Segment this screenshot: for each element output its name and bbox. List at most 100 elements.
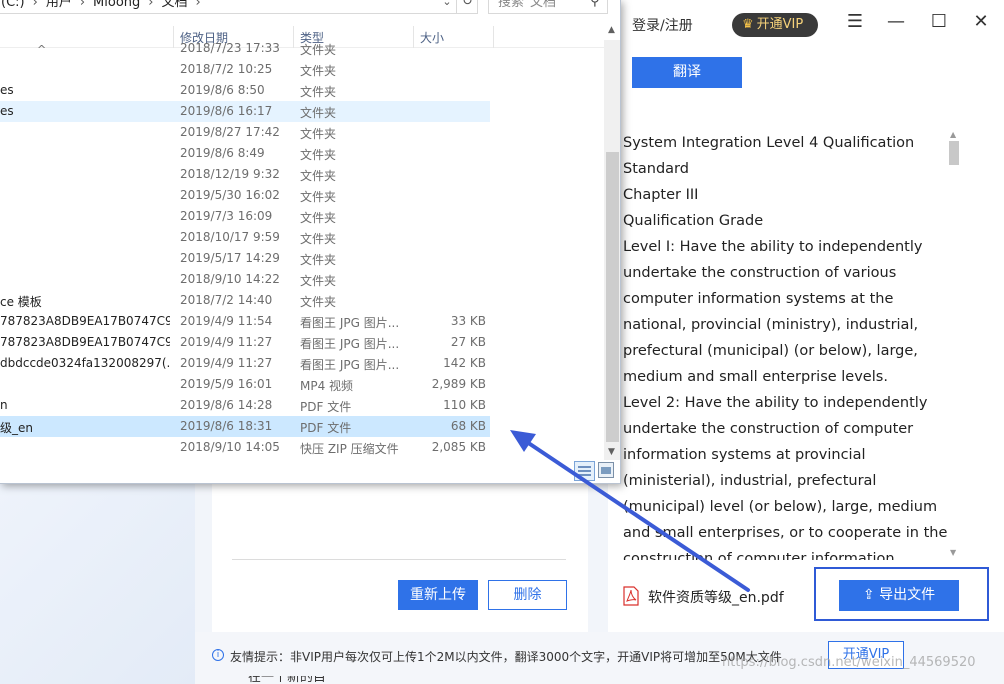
- file-date-cell: 2019/5/17 14:29: [180, 251, 280, 265]
- translated-paragraph: Level I: Have the ability to independent…: [623, 239, 923, 385]
- breadcrumb-separator-icon: ›: [79, 0, 86, 10]
- file-date-cell: 2019/7/3 16:09: [180, 209, 273, 223]
- translated-paragraph: Level 2: Have the ability to independent…: [623, 395, 948, 560]
- hamburger-icon[interactable]: ☰: [843, 8, 867, 36]
- close-icon[interactable]: ✕: [969, 8, 993, 36]
- file-date-cell: 2019/4/9 11:54: [180, 314, 273, 328]
- clipped-text-fragment: 在一个新的目: [248, 676, 327, 684]
- delete-button[interactable]: 删除: [488, 580, 567, 610]
- scroll-up-arrow-icon[interactable]: ▲: [608, 25, 615, 35]
- file-date-cell: 2018/7/2 14:40: [180, 293, 273, 307]
- search-icon[interactable]: ⚲: [590, 0, 600, 9]
- login-register-link[interactable]: 登录/注册: [632, 15, 693, 35]
- file-row[interactable]: 2019/7/3 16:09 文件夹: [0, 206, 490, 227]
- file-size-cell: 110 KB: [443, 398, 486, 412]
- file-row[interactable]: 2018/9/10 14:22 文件夹: [0, 269, 490, 290]
- file-name-cell: es: [0, 104, 14, 118]
- translated-paragraph: System Integration Level 4 Qualification…: [623, 135, 915, 177]
- file-date-cell: 2019/8/6 8:49: [180, 146, 265, 160]
- file-type-cell: 文件夹: [300, 211, 337, 225]
- file-date-cell: 2018/7/2 10:25: [180, 62, 273, 76]
- file-row[interactable]: ce 模板 2018/7/2 14:40 文件夹: [0, 290, 490, 311]
- file-row[interactable]: 2018/9/10 14:05 快压 ZIP 压缩文件 2,085 KB: [0, 437, 490, 458]
- translated-text-scroll-thumb[interactable]: [949, 141, 959, 165]
- file-row[interactable]: es 2019/8/6 16:17 文件夹: [0, 101, 490, 122]
- scroll-down-arrow-icon[interactable]: ▼: [608, 447, 615, 457]
- uploaded-file-name: 软件资质等级_en.pdf: [648, 590, 784, 606]
- refresh-icon[interactable]: ↻: [456, 0, 478, 14]
- maximize-icon[interactable]: ☐: [927, 8, 951, 36]
- scroll-down-arrow-icon[interactable]: ▼: [950, 548, 956, 557]
- file-type-cell: 文件夹: [300, 169, 337, 183]
- file-row[interactable]: 2018/7/2 10:25 文件夹: [0, 59, 490, 80]
- breadcrumb-drive[interactable]: (C:): [1, 0, 25, 10]
- file-type-cell: 文件夹: [300, 253, 337, 267]
- file-date-cell: 2018/7/23 17:33: [180, 41, 280, 55]
- file-row[interactable]: 787823A8DB9EA17B0747C9... 2019/4/9 11:27 看…: [0, 332, 490, 353]
- translated-text-body: System Integration Level 4 Qualification…: [623, 130, 949, 560]
- file-row[interactable]: 2019/8/6 8:49 文件夹: [0, 143, 490, 164]
- file-date-cell: 2018/12/19 9:32: [180, 167, 280, 181]
- large-icons-view-icon[interactable]: [598, 462, 614, 478]
- file-size-cell: 68 KB: [450, 419, 486, 433]
- vip-badge-label: 开通VIP: [756, 17, 804, 32]
- file-list: 2018/7/23 17:33 文件夹 2018/7/2 10:25 文件夹 es 201…: [0, 40, 604, 460]
- file-row[interactable]: 2019/8/27 17:42 文件夹: [0, 122, 490, 143]
- file-row[interactable]: 2019/5/17 14:29 文件夹: [0, 248, 490, 269]
- file-row[interactable]: es 2019/8/6 8:50 文件夹: [0, 80, 490, 101]
- file-size-cell: 33 KB: [450, 314, 486, 328]
- file-explorer-window: (C:) › 用户 › Mloong › 文档 › ⌄ ↻ 搜索"文档" ⚲ ^ 修改日期 类…: [0, 0, 621, 484]
- export-file-button[interactable]: ⇪ 导出文件: [839, 580, 959, 611]
- breadcrumb-documents[interactable]: 文档: [161, 0, 187, 10]
- file-name-cell: 级_en: [0, 421, 33, 435]
- file-size-cell: 142 KB: [443, 356, 486, 370]
- translated-paragraph: Qualification Grade: [623, 213, 764, 229]
- breadcrumb-user[interactable]: Mloong: [93, 0, 140, 10]
- address-bar[interactable]: (C:) › 用户 › Mloong › 文档 ›: [0, 0, 478, 14]
- file-date-cell: 2019/8/27 17:42: [180, 125, 280, 139]
- address-dropdown-icon[interactable]: ⌄: [438, 0, 456, 14]
- breadcrumb-users[interactable]: 用户: [46, 0, 72, 10]
- file-row[interactable]: 2018/10/17 9:59 文件夹: [0, 227, 490, 248]
- file-name-cell: 787823A8DB9EA17B0747C9...: [0, 335, 170, 349]
- file-name-cell: 787823A8DB9EA17B0747C9...: [0, 314, 170, 328]
- file-list-scroll-thumb[interactable]: [606, 152, 619, 442]
- minimize-icon[interactable]: —: [884, 8, 908, 36]
- file-name-cell: ce 模板: [0, 295, 42, 309]
- file-date-cell: 2019/8/6 16:17: [180, 104, 273, 118]
- file-size-cell: 27 KB: [450, 335, 486, 349]
- file-type-cell: 文件夹: [300, 148, 337, 162]
- translated-paragraph: Chapter III: [623, 187, 699, 203]
- export-file-label: 导出文件: [879, 587, 936, 603]
- file-date-cell: 2018/9/10 14:05: [180, 440, 280, 454]
- file-date-cell: 2019/8/6 18:31: [180, 419, 273, 433]
- details-view-icon[interactable]: [574, 461, 595, 481]
- file-row[interactable]: dbdccde0324fa132008297(... 2019/4/9 11:27…: [0, 353, 490, 374]
- file-type-cell: 文件夹: [300, 106, 337, 120]
- file-date-cell: 2018/10/17 9:59: [180, 230, 280, 244]
- reupload-button[interactable]: 重新上传: [398, 580, 478, 610]
- file-row[interactable]: n 2019/8/6 14:28 PDF 文件 110 KB: [0, 395, 490, 416]
- translate-button[interactable]: 翻译: [632, 57, 742, 88]
- file-date-cell: 2019/4/9 11:27: [180, 335, 273, 349]
- file-date-cell: 2019/4/9 11:27: [180, 356, 273, 370]
- translated-text-scrollbar[interactable]: [948, 132, 962, 558]
- scroll-up-arrow-icon[interactable]: ▲: [950, 130, 956, 139]
- file-size-cell: 2,085 KB: [431, 440, 486, 454]
- file-date-cell: 2019/8/6 14:28: [180, 398, 273, 412]
- file-date-cell: 2018/9/10 14:22: [180, 272, 280, 286]
- file-row[interactable]: 2018/7/23 17:33 文件夹: [0, 40, 490, 59]
- upload-icon: ⇪: [862, 587, 875, 603]
- file-type-cell: 文件夹: [300, 190, 337, 204]
- file-row[interactable]: 2019/5/30 16:02 文件夹: [0, 185, 490, 206]
- file-row[interactable]: 级_en 2019/8/6 18:31 PDF 文件 68 KB: [0, 416, 490, 437]
- file-type-cell: 文件夹: [300, 274, 337, 288]
- file-row[interactable]: 2018/12/19 9:32 文件夹: [0, 164, 490, 185]
- file-date-cell: 2019/8/6 8:50: [180, 83, 265, 97]
- file-row[interactable]: 787823A8DB9EA17B0747C9... 2019/4/9 11:54 看…: [0, 311, 490, 332]
- translated-text[interactable]: System Integration Level 4 Qualification…: [623, 130, 949, 560]
- file-size-cell: 2,989 KB: [431, 377, 486, 391]
- file-row[interactable]: 2019/5/9 16:01 MP4 视频 2,989 KB: [0, 374, 490, 395]
- vip-badge-button[interactable]: ♛ 开通VIP: [732, 13, 818, 37]
- file-type-cell: 文件夹: [300, 232, 337, 246]
